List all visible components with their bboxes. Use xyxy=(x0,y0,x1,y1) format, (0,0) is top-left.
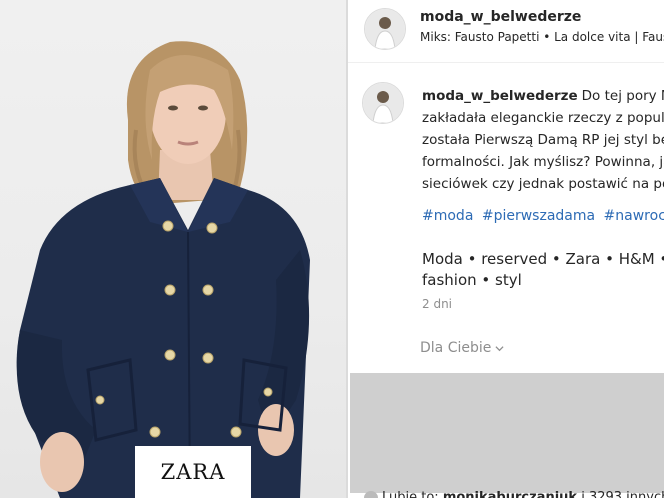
chevron-down-icon xyxy=(495,345,504,351)
author-username[interactable]: moda_w_belwederze xyxy=(420,9,581,25)
post-photo[interactable]: ZARA xyxy=(0,0,346,498)
likes-prefix: Lubię to: xyxy=(382,490,439,498)
likes-user[interactable]: monikaburczaniuk xyxy=(443,490,577,498)
photo-illustration xyxy=(16,41,311,498)
brand-tag: ZARA xyxy=(135,446,251,498)
topics-line: Moda • reserved • Zara • H&M • styl xyxy=(422,250,664,268)
author-avatar[interactable] xyxy=(364,8,406,50)
caption-text: formalności. Jak myślisz? Powinna, jako … xyxy=(422,154,664,170)
comments-placeholder xyxy=(350,373,664,493)
likes-suffix: i 3293 innych xyxy=(581,490,664,498)
caption-text: sieciówek czy jednak postawić na polskic… xyxy=(422,176,664,192)
liker-avatar xyxy=(364,490,378,498)
avatar-image xyxy=(363,83,403,123)
caption-text: zakładała eleganckie rzeczy z popularnyc… xyxy=(422,110,664,126)
caption-username[interactable]: moda_w_belwederze xyxy=(422,88,578,104)
topics-line: fashion • styl xyxy=(422,271,522,289)
for-you-dropdown[interactable]: Dla Ciebie xyxy=(420,340,504,356)
hashtag-link[interactable]: #nawrocka xyxy=(604,208,664,224)
post-caption: moda_w_belwederzeDo tej pory Marta Nawro… xyxy=(422,85,664,195)
caption-line-1: moda_w_belwederzeDo tej pory Marta Nawro… xyxy=(422,85,664,107)
for-you-label: Dla Ciebie xyxy=(420,340,492,356)
caption-text: Do tej pory Marta Nawrocka xyxy=(581,88,664,104)
caption-text: została Pierwszą Damą RP jej styl będzie… xyxy=(422,132,664,148)
hashtags: #moda #pierwszadama #nawrocka xyxy=(422,208,664,224)
music-link[interactable]: Miks: Fausto Papetti • La dolce vita | F… xyxy=(420,30,664,44)
avatar-image xyxy=(365,9,405,49)
hashtag-link[interactable]: #moda xyxy=(422,208,473,224)
likes-summary[interactable]: Lubię to: monikaburczaniuk i 3293 innych xyxy=(364,490,664,498)
caption-author-avatar[interactable] xyxy=(362,82,404,124)
hashtag-link[interactable]: #pierwszadama xyxy=(482,208,595,224)
post-timestamp: 2 dni xyxy=(422,297,453,311)
post-details-panel: moda_w_belwederze Miks: Fausto Papetti •… xyxy=(348,0,664,498)
post-header: moda_w_belwederze Miks: Fausto Papetti •… xyxy=(348,0,664,63)
